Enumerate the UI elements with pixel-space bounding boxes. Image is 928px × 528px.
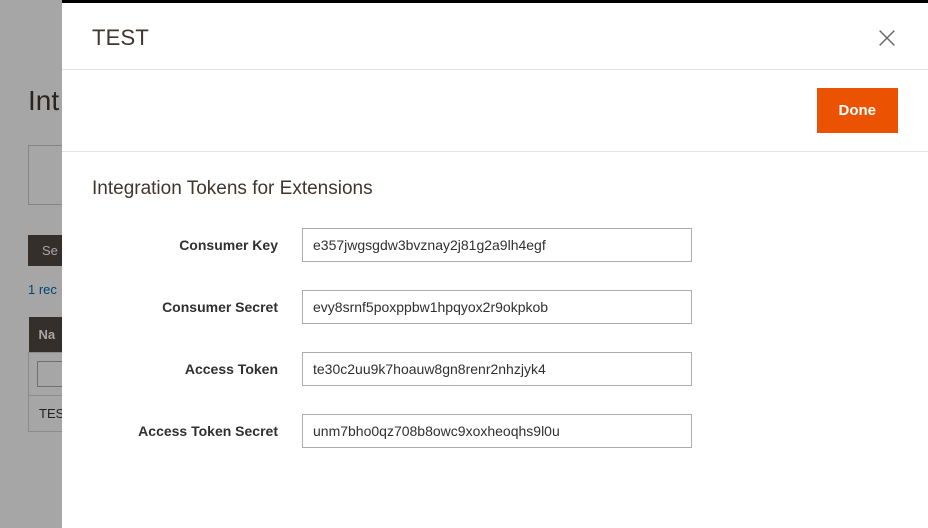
field-access-token-secret: Access Token Secret xyxy=(92,414,898,448)
input-access-token[interactable] xyxy=(302,352,692,386)
field-access-token: Access Token xyxy=(92,352,898,386)
input-access-token-secret[interactable] xyxy=(302,414,692,448)
modal-header: TEST xyxy=(62,3,928,69)
label-access-token: Access Token xyxy=(92,361,302,377)
action-bar: Done xyxy=(62,69,928,152)
section-title: Integration Tokens for Extensions xyxy=(92,178,898,200)
label-consumer-secret: Consumer Secret xyxy=(92,299,302,315)
modal-body: Integration Tokens for Extensions Consum… xyxy=(62,152,928,502)
done-button[interactable]: Done xyxy=(817,88,899,133)
field-consumer-key: Consumer Key xyxy=(92,228,898,262)
field-consumer-secret: Consumer Secret xyxy=(92,290,898,324)
label-consumer-key: Consumer Key xyxy=(92,237,302,253)
tokens-modal: TEST Done Integration Tokens for Extensi… xyxy=(62,0,928,528)
input-consumer-key[interactable] xyxy=(302,228,692,262)
input-consumer-secret[interactable] xyxy=(302,290,692,324)
close-icon[interactable] xyxy=(876,27,898,49)
label-access-token-secret: Access Token Secret xyxy=(92,423,302,439)
modal-title: TEST xyxy=(92,25,149,51)
